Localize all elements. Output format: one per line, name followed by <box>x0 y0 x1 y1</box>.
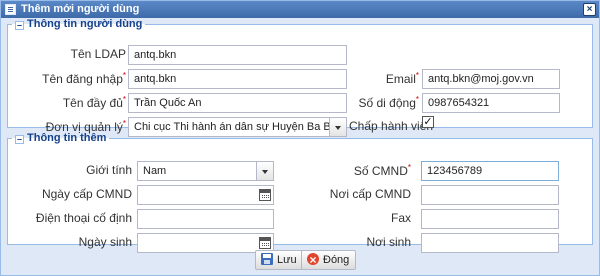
phone-label: Số di động* <box>358 95 419 110</box>
chevron-down-icon[interactable] <box>256 162 273 180</box>
extra-info-section: – Thông tin thêm Giới tính Nam Số CMND* 1… <box>7 132 593 253</box>
fax-label: Fax <box>390 211 411 225</box>
user-info-section: – Thông tin người dùng Tên LDAP antq.bkn … <box>7 18 593 137</box>
collapse-icon[interactable]: – <box>15 21 24 30</box>
id-place-field[interactable] <box>421 185 559 205</box>
close-button[interactable]: Đóng <box>301 250 357 270</box>
landline-field[interactable] <box>137 209 274 229</box>
landline-label: Điện thoại cố định <box>35 211 132 225</box>
calendar-icon[interactable] <box>259 189 271 201</box>
save-button[interactable]: Lưu <box>255 250 304 270</box>
login-field[interactable]: antq.bkn <box>128 69 347 89</box>
title-bar: Thêm mới người dùng × <box>1 1 599 18</box>
gender-label: Giới tính <box>86 163 132 177</box>
birthplace-label: Nơi sinh <box>366 235 411 249</box>
ldap-field[interactable]: antq.bkn <box>128 45 347 65</box>
email-label: Email* <box>385 71 419 86</box>
cancel-icon <box>307 251 319 269</box>
save-icon <box>261 253 273 265</box>
gender-select[interactable]: Nam <box>137 161 274 181</box>
executive-checkbox[interactable]: ✓ <box>422 116 434 128</box>
birthplace-field[interactable] <box>421 233 559 253</box>
gender-select-value: Nam <box>143 165 167 177</box>
id-number-field[interactable]: 123456789 <box>421 161 559 181</box>
close-icon[interactable]: × <box>583 3 596 16</box>
calendar-icon[interactable] <box>259 237 271 249</box>
email-field[interactable]: antq.bkn@moj.gov.vn <box>422 69 560 89</box>
id-date-field[interactable] <box>137 185 274 205</box>
form-icon <box>5 4 16 15</box>
id-place-label: Nơi cấp CMND <box>329 187 411 201</box>
dialog-title: Thêm mới người dùng <box>21 3 140 15</box>
add-user-dialog: Thêm mới người dùng × – Thông tin người d… <box>0 0 600 276</box>
fax-field[interactable] <box>421 209 559 229</box>
collapse-icon[interactable]: – <box>15 135 24 144</box>
id-number-label: Số CMND* <box>353 163 411 178</box>
birthday-field[interactable] <box>137 233 274 253</box>
ldap-label: Tên LDAP <box>70 47 126 61</box>
phone-field[interactable]: 0987654321 <box>422 93 560 113</box>
user-info-legend[interactable]: – Thông tin người dùng <box>12 18 145 30</box>
executive-label: Chấp hành viên <box>349 119 434 133</box>
login-label: Tên đăng nhập* <box>42 71 126 86</box>
fullname-label: Tên đầy đủ* <box>62 95 126 110</box>
extra-info-legend[interactable]: – Thông tin thêm <box>12 132 109 144</box>
birthday-label: Ngày sinh <box>78 235 132 249</box>
id-date-label: Ngày cấp CMND <box>41 187 132 201</box>
fullname-field[interactable]: Trần Quốc An <box>128 93 347 113</box>
